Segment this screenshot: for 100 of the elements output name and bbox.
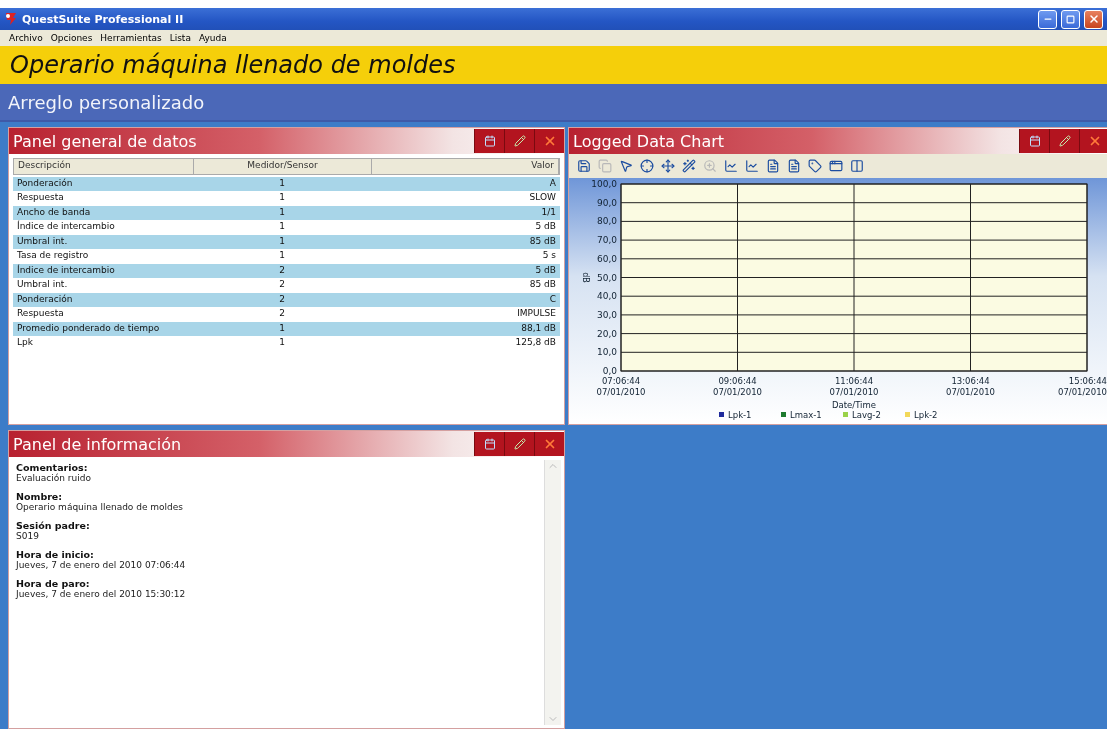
pencil-icon [513, 438, 526, 450]
calendar-icon [483, 438, 496, 450]
axis-tick-label: 60,0 [596, 253, 617, 264]
axis-tick-label: 90,0 [596, 197, 617, 208]
close-button[interactable] [534, 432, 564, 456]
axis-tick-label: 40,0 [596, 291, 617, 302]
table-cell-text: 125,8 dB [514, 335, 557, 349]
legend-label: Lavg-2 [852, 410, 881, 420]
field-label: Nombre: [16, 491, 64, 502]
field-value: Evaluación ruido [16, 473, 92, 483]
pencil-icon [1058, 135, 1071, 147]
window-title: QuestSuite Professional II [22, 12, 185, 26]
axis-tick-label: 30,0 [596, 309, 617, 320]
restore-button[interactable] [1061, 9, 1080, 29]
close-button[interactable] [1079, 129, 1107, 153]
column-header[interactable]: Medidor/Sensor [194, 159, 372, 174]
table-cell-text: 88,1 dB [520, 322, 557, 335]
table-cell-text: Umbral int. [16, 235, 69, 248]
table-cell-text: 1 [278, 206, 286, 219]
move-icon[interactable] [659, 157, 677, 175]
table-row[interactable]: Ancho de banda 1 1/1 [13, 206, 560, 220]
table-cell-text: Respuesta [16, 190, 65, 204]
edit-button[interactable] [504, 129, 534, 153]
table-cell-text: 1 [278, 190, 286, 204]
table-row[interactable]: Promedio ponderado de tiempo 1 88,1 dB [13, 322, 560, 336]
wand-icon[interactable] [680, 157, 698, 175]
table-cell-text: Umbral int. [16, 277, 69, 291]
axis-tick-label: 50,0 [596, 272, 617, 283]
table-cell-text: Ponderación [16, 293, 74, 306]
field-label: Sesión padre: [16, 520, 91, 531]
axis-tick-label: 80,0 [596, 216, 617, 227]
menu-item[interactable]: Archivo [6, 33, 46, 43]
edit-button[interactable] [1049, 129, 1079, 153]
table-cell-text: 2 [278, 264, 286, 277]
restore-icon [1066, 14, 1075, 24]
layout-title: Arreglo personalizado [0, 84, 1107, 122]
legend-label: Lpk-2 [914, 410, 938, 420]
axis-tick-label: 15:06:44 07/01/2010 [1058, 376, 1107, 397]
table-cell-text: 1 [278, 177, 286, 190]
edit-button[interactable] [504, 432, 534, 456]
save-icon[interactable] [575, 157, 593, 175]
session-title: Operario máquina llenado de moldes [0, 46, 1107, 84]
panel-title: Logged Data Chart [573, 131, 726, 151]
table-row[interactable]: Ponderación 1 A [13, 177, 560, 191]
table-cell-text: Ancho de banda [16, 206, 92, 219]
menu-item[interactable]: Herramientas [97, 33, 165, 43]
axis-tick-label: 70,0 [596, 235, 617, 246]
table-cell-text: 5 dB [534, 219, 557, 233]
table-cell-text: A [548, 177, 557, 190]
table-cell-text: Respuesta [16, 306, 65, 320]
crosshair-icon[interactable] [638, 157, 656, 175]
calendar-icon [483, 135, 496, 147]
axis-title: dB [581, 272, 590, 283]
table-row[interactable]: Índice de intercambio 2 5 dB [13, 264, 560, 278]
table-cell-text: 5 s [541, 248, 557, 262]
field-label: Comentarios: [16, 462, 89, 473]
columns-icon[interactable] [848, 157, 866, 175]
calendar-icon [1028, 135, 1041, 147]
field-value: Operario máquina llenado de moldes [16, 502, 185, 512]
close-button[interactable] [534, 129, 564, 153]
axis-tick-label: 13:06:44 07/01/2010 [946, 376, 995, 397]
table-cell-text: Tasa de registro [16, 248, 90, 262]
axis-tick-label: 10,0 [596, 347, 617, 358]
table-cell-text: Índice de intercambio [16, 264, 116, 277]
table-cell-text: 1 [278, 248, 286, 262]
table-cell-text: Promedio ponderado de tiempo [16, 322, 161, 335]
menu-item[interactable]: Lista [166, 33, 194, 43]
table-cell-text: C [548, 293, 557, 306]
menu-item[interactable]: Ayuda [195, 33, 230, 43]
calendar-button[interactable] [474, 432, 504, 456]
field-value: Jueves, 7 de enero del 2010 15:30:12 [16, 589, 187, 599]
axis-tick-label: 100,0 [591, 179, 617, 189]
axis-tick-label: 20,0 [596, 328, 617, 339]
table-row[interactable]: Ponderación 2 C [13, 293, 560, 307]
table-cell-text: 85 dB [528, 277, 557, 291]
close-icon [1087, 13, 1100, 25]
table-cell-text: 1 [278, 235, 286, 248]
calendar-button[interactable] [474, 129, 504, 153]
column-header[interactable]: Valor [372, 159, 559, 174]
table-row[interactable]: Umbral int. 1 85 dB [13, 235, 560, 249]
axis-tick-label: 0,0 [602, 366, 617, 376]
minimize-button[interactable] [1038, 9, 1057, 29]
table-cell-text: 85 dB [528, 235, 557, 248]
field-label: Hora de paro: [16, 578, 91, 589]
line-chart-icon[interactable] [743, 157, 761, 175]
tag-icon[interactable] [806, 157, 824, 175]
table-cell-text: 1 [278, 219, 286, 233]
menu-item[interactable]: Opciones [47, 33, 96, 43]
table-cell-text: SLOW [528, 190, 557, 204]
panel-title: Panel de información [13, 434, 183, 454]
table-cell-text: Lpk [16, 335, 34, 349]
line-chart-icon[interactable] [722, 157, 740, 175]
legend-label: Lpk-1 [728, 410, 752, 420]
field-label: Hora de inicio: [16, 549, 95, 560]
table-cell-text: 1/1 [540, 206, 557, 219]
column-header[interactable]: Descripción [14, 159, 194, 174]
table-cell-text: 1 [278, 335, 286, 349]
table-cell-text: IMPULSE [516, 306, 557, 320]
calendar-button[interactable] [1019, 129, 1049, 153]
table-cell-text: 2 [278, 306, 286, 320]
